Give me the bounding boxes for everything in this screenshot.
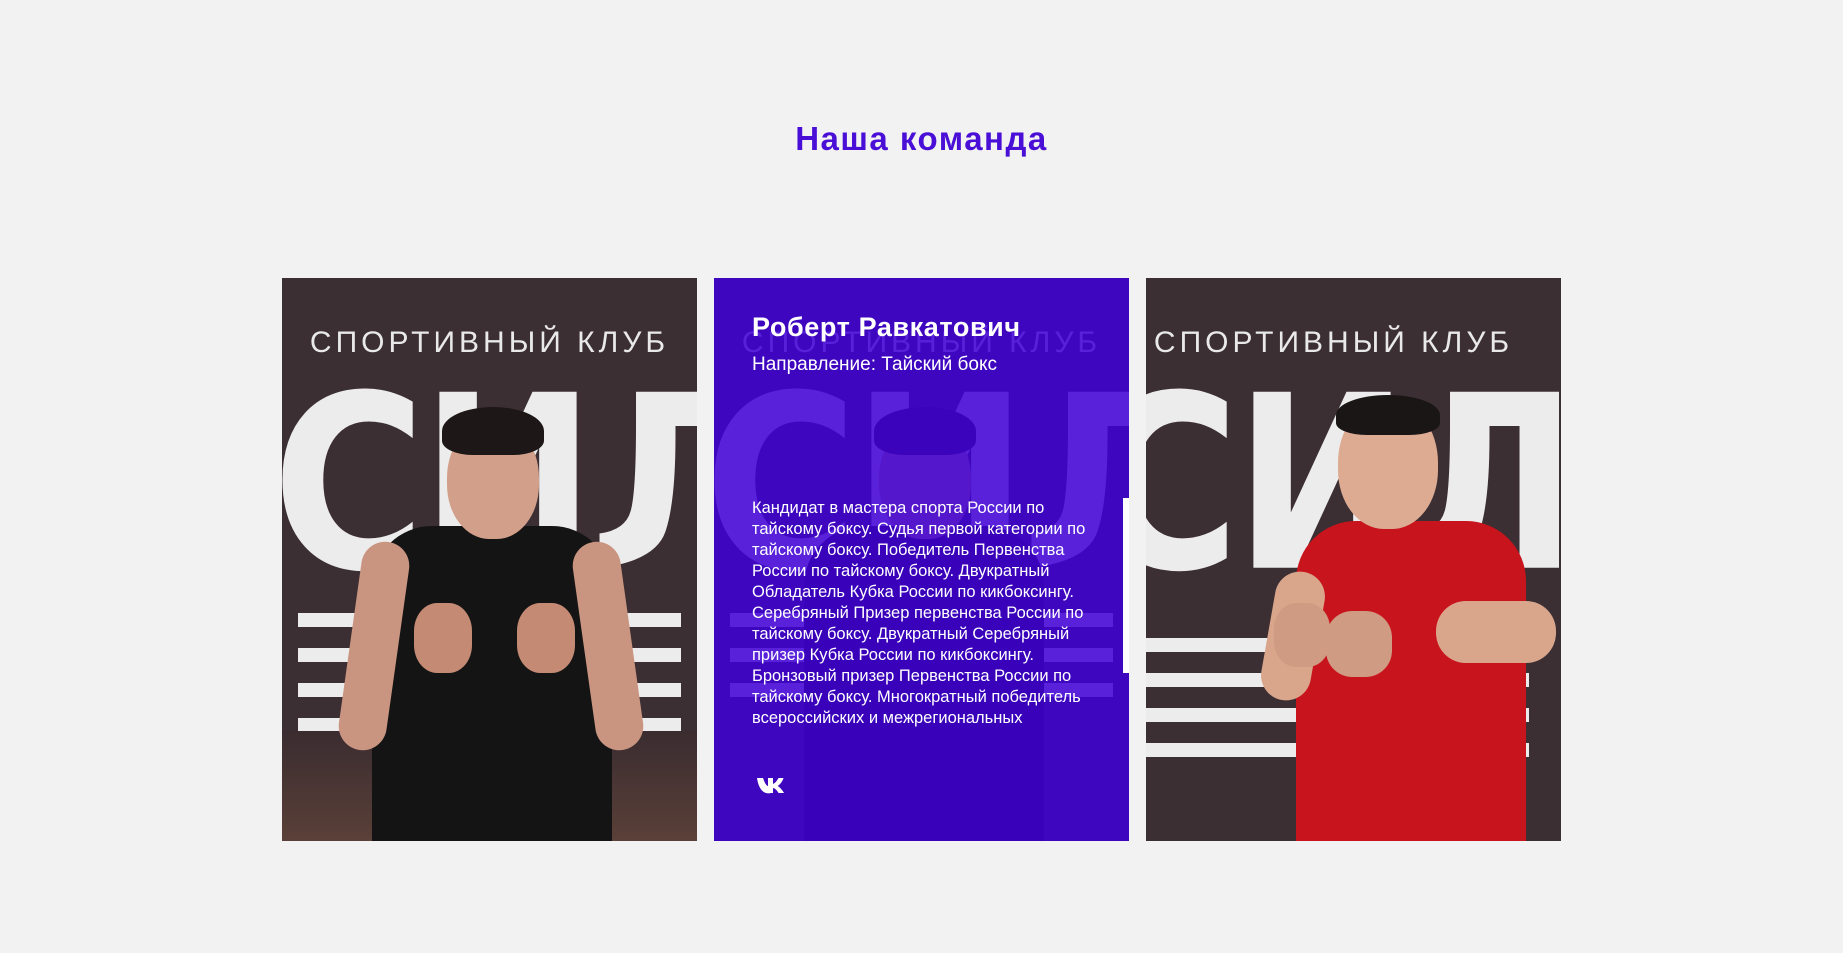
hair [442,407,544,455]
arm [1436,601,1556,663]
team-card-2[interactable]: СПОРТИВНЫЙ КЛУБ СИЛА Роберт Равкатович Н… [714,278,1129,841]
team-section: Наша команда СПОРТИВНЫЙ КЛУБ СИЛА СПОР [0,0,1843,953]
fist [1274,603,1330,667]
scroll-handle[interactable] [1123,498,1129,673]
team-card-1[interactable]: СПОРТИВНЫЙ КЛУБ СИЛА [282,278,697,841]
trainer-photo: СПОРТИВНЫЙ КЛУБ СИЛА [282,278,697,841]
shirt [1296,521,1526,841]
trainer-figure [1256,331,1556,841]
trainer-direction: Направление: Тайский бокс [752,354,997,375]
trainer-photo: СПОРТИВНЫЙ КЛУБ СИЛА [1146,278,1561,841]
fist [414,603,472,673]
fist [1326,611,1392,677]
trainer-name: Роберт Равкатович [752,312,1021,342]
section-title: Наша команда [795,120,1048,157]
trainer-bio: Кандидат в мастера спорта России по тайс… [752,499,1086,727]
team-card-3[interactable]: СПОРТИВНЫЙ КЛУБ СИЛА [1146,278,1561,841]
vk-icon[interactable] [756,774,788,796]
fist [517,603,575,673]
hair [1336,395,1440,435]
trainer-info-overlay: Роберт Равкатович Направление: Тайский б… [714,278,1129,841]
trainer-figure [335,341,647,841]
